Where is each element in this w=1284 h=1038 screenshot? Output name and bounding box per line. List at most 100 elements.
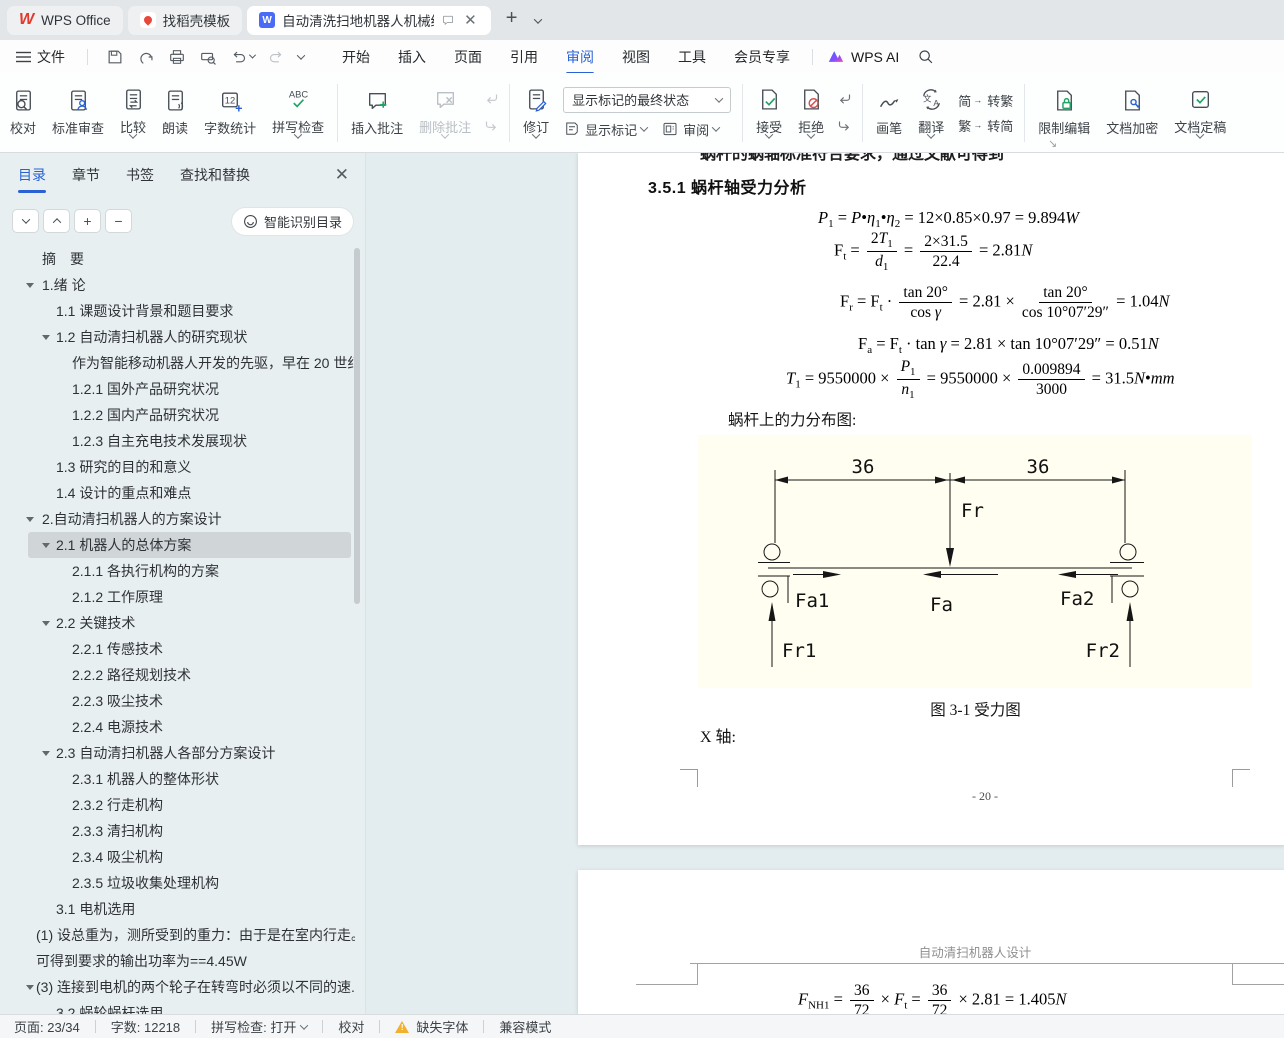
previous-comment-icon[interactable] [483,92,500,107]
status-page-indicator[interactable]: 页面: 23/34 [14,1017,80,1036]
menu-review[interactable]: 审阅 [552,41,608,75]
close-tab-icon[interactable]: ✕ [462,11,479,29]
menu-insert[interactable]: 插入 [384,41,440,73]
collapse-arrow-icon[interactable] [42,335,50,340]
menu-view[interactable]: 视图 [608,41,664,73]
sidebar-tab-chapters[interactable]: 章节 [72,155,100,195]
toc-item[interactable]: 可得到要求的输出功率为==4.45W [0,948,355,974]
expand-down-button[interactable] [12,209,39,233]
toc-item[interactable]: 2.2.3 吸尘技术 [0,688,355,714]
toc-item[interactable]: 摘 要 [0,246,355,272]
toc-item[interactable]: 2.3.2 行走机构 [0,792,355,818]
undo-button[interactable] [230,49,257,65]
menu-membership[interactable]: 会员专享 [720,41,804,73]
redo-icon[interactable] [268,49,285,65]
wps-ai-button[interactable]: WPS AI [827,49,899,65]
toc-item[interactable]: 2.2.2 路径规划技术 [0,662,355,688]
toc-item[interactable]: 2.2.1 传感技术 [0,636,355,662]
translate-button[interactable]: 文A 翻译 [910,79,952,147]
toc-item[interactable]: 1.3 研究的目的和意义 [0,454,355,480]
collapse-all-button[interactable]: − [105,209,132,233]
read-aloud-button[interactable]: 朗读 [154,79,196,147]
more-quick-actions-chevron[interactable] [296,50,306,60]
toc-item[interactable]: (1) 设总重为，测所受到的重力：由于是在室内行走。 [0,922,355,948]
collapse-arrow-icon[interactable] [26,517,34,522]
toc-item[interactable]: 作为智能移动机器人开发的先驱，早在 20 世纪 8 ... [0,350,355,376]
toc-item[interactable]: 1.2.3 自主充电技术发展现状 [0,428,355,454]
smart-identify-toc-button[interactable]: 智能识别目录 [231,207,353,235]
markup-state-dropdown[interactable]: 显示标记的最终状态 [563,86,732,113]
expand-all-button[interactable]: + [74,209,101,233]
toc-item[interactable]: 2.3.1 机器人的整体形状 [0,766,355,792]
toc-item[interactable]: 1.2.2 国内产品研究状况 [0,402,355,428]
save-icon[interactable] [106,48,124,66]
toc-item[interactable]: 1.绪 论 [0,272,355,298]
reject-button[interactable]: 拒绝 [790,79,832,147]
toc-item[interactable]: 2.3.5 垃圾收集处理机构 [0,870,355,896]
tab-list-chevron-icon[interactable] [527,11,549,29]
document-page-21[interactable]: 自动清扫机器人设计 FNH1 = 36 72 × Ft = 36 72 × 2.81… [578,870,1284,1014]
toc-item[interactable]: 2.1 机器人的总体方案 [28,532,351,558]
menu-home[interactable]: 开始 [328,41,384,73]
toc-item[interactable]: 3.2 蜗轮蜗杆选用 [0,1000,355,1014]
collapse-up-button[interactable] [43,209,70,233]
document-workspace[interactable]: 蜗杆的蜗轴标准符合要求，通过文献可得到 3.5.1 蜗杆轴受力分析 P1 = P… [366,153,1284,1014]
collapse-arrow-icon[interactable] [26,985,34,990]
toc-item[interactable]: 2.3 自动清扫机器人各部分方案设计 [0,740,355,766]
word-count-button[interactable]: 12 字数统计 [196,79,264,147]
status-compat-mode[interactable]: 兼容模式 [499,1017,551,1036]
status-word-count[interactable]: 字数: 12218 [111,1017,180,1036]
toc-item[interactable]: 1.4 设计的重点和难点 [0,480,355,506]
search-icon[interactable] [917,48,934,65]
to-traditional-button[interactable]: 简 → 转繁 [958,91,1013,110]
close-sidebar-icon[interactable]: ✕ [335,165,349,185]
menu-page[interactable]: 页面 [440,41,496,73]
review-pane-button[interactable]: 审阅 [661,120,721,139]
toc-item[interactable]: 1.2 自动清扫机器人的研究现状 [0,324,355,350]
toc-item[interactable]: 2.1.2 工作原理 [0,584,355,610]
new-tab-button[interactable]: + [496,7,528,33]
sidebar-tab-bookmarks[interactable]: 书签 [126,155,154,195]
proofread-button[interactable]: 校对 [2,79,44,147]
collapse-arrow-icon[interactable] [42,543,50,548]
toc-item[interactable]: (3) 连接到电机的两个轮子在转弯时必须以不同的速... [0,974,355,1000]
previous-revision-icon[interactable] [836,92,853,107]
accept-button[interactable]: 接受 [748,79,790,147]
document-page-20[interactable]: 蜗杆的蜗轴标准符合要求，通过文献可得到 3.5.1 蜗杆轴受力分析 P1 = P… [578,153,1284,845]
toc-item[interactable]: 2.3.3 清扫机构 [0,818,355,844]
restrict-editing-button[interactable]: 限制编辑 [1030,79,1098,147]
status-missing-font[interactable]: 缺失字体 [395,1017,468,1036]
toc-item[interactable]: 2.自动清扫机器人的方案设计 [0,506,355,532]
next-revision-icon[interactable] [836,119,853,134]
menu-tools[interactable]: 工具 [664,41,720,73]
sidebar-scrollbar[interactable] [354,248,360,604]
sidebar-tab-find-replace[interactable]: 查找和替换 [180,155,250,195]
toc-item[interactable]: 2.1.1 各执行机构的方案 [0,558,355,584]
toc-item[interactable]: 2.3.4 吸尘机构 [0,844,355,870]
insert-comment-button[interactable]: 插入批注 [343,79,411,147]
tab-wps-home[interactable]: W WPS Office [7,5,123,35]
print-preview-icon[interactable] [199,48,217,66]
collapse-arrow-icon[interactable] [26,283,34,288]
pen-button[interactable]: 画笔 [868,79,910,147]
collapse-ribbon-icon[interactable]: ↘ [1048,137,1057,150]
toc-item[interactable]: 2.2 关键技术 [0,610,355,636]
print-icon[interactable] [168,48,186,66]
tab-document[interactable]: W 自动清洗扫地机器人机械结构设计 ✕ [247,5,491,35]
menu-reference[interactable]: 引用 [496,41,552,73]
toc-item[interactable]: 2.2.4 电源技术 [0,714,355,740]
file-menu-button[interactable]: 文件 [16,47,79,67]
standard-review-button[interactable]: 标准审查 [44,79,112,147]
sidebar-tab-contents[interactable]: 目录 [18,155,46,195]
next-comment-icon[interactable] [483,119,500,134]
toc-item[interactable]: 1.1 课题设计背景和题目要求 [0,298,355,324]
status-spell-check[interactable]: 拼写检查: 打开 [211,1017,309,1036]
tab-docer-templates[interactable]: 找稻壳模板 [127,5,243,35]
finalize-document-button[interactable]: 文档定稿 [1166,79,1234,147]
track-changes-button[interactable]: 修订 [515,79,557,147]
spell-check-button[interactable]: ABC 拼写检查 [264,79,332,147]
to-simplified-button[interactable]: 繁 → 转简 [958,116,1013,135]
compare-button[interactable]: 比较 [112,79,154,147]
toc-item[interactable]: 1.2.1 国外产品研究状况 [0,376,355,402]
collapse-arrow-icon[interactable] [42,621,50,626]
